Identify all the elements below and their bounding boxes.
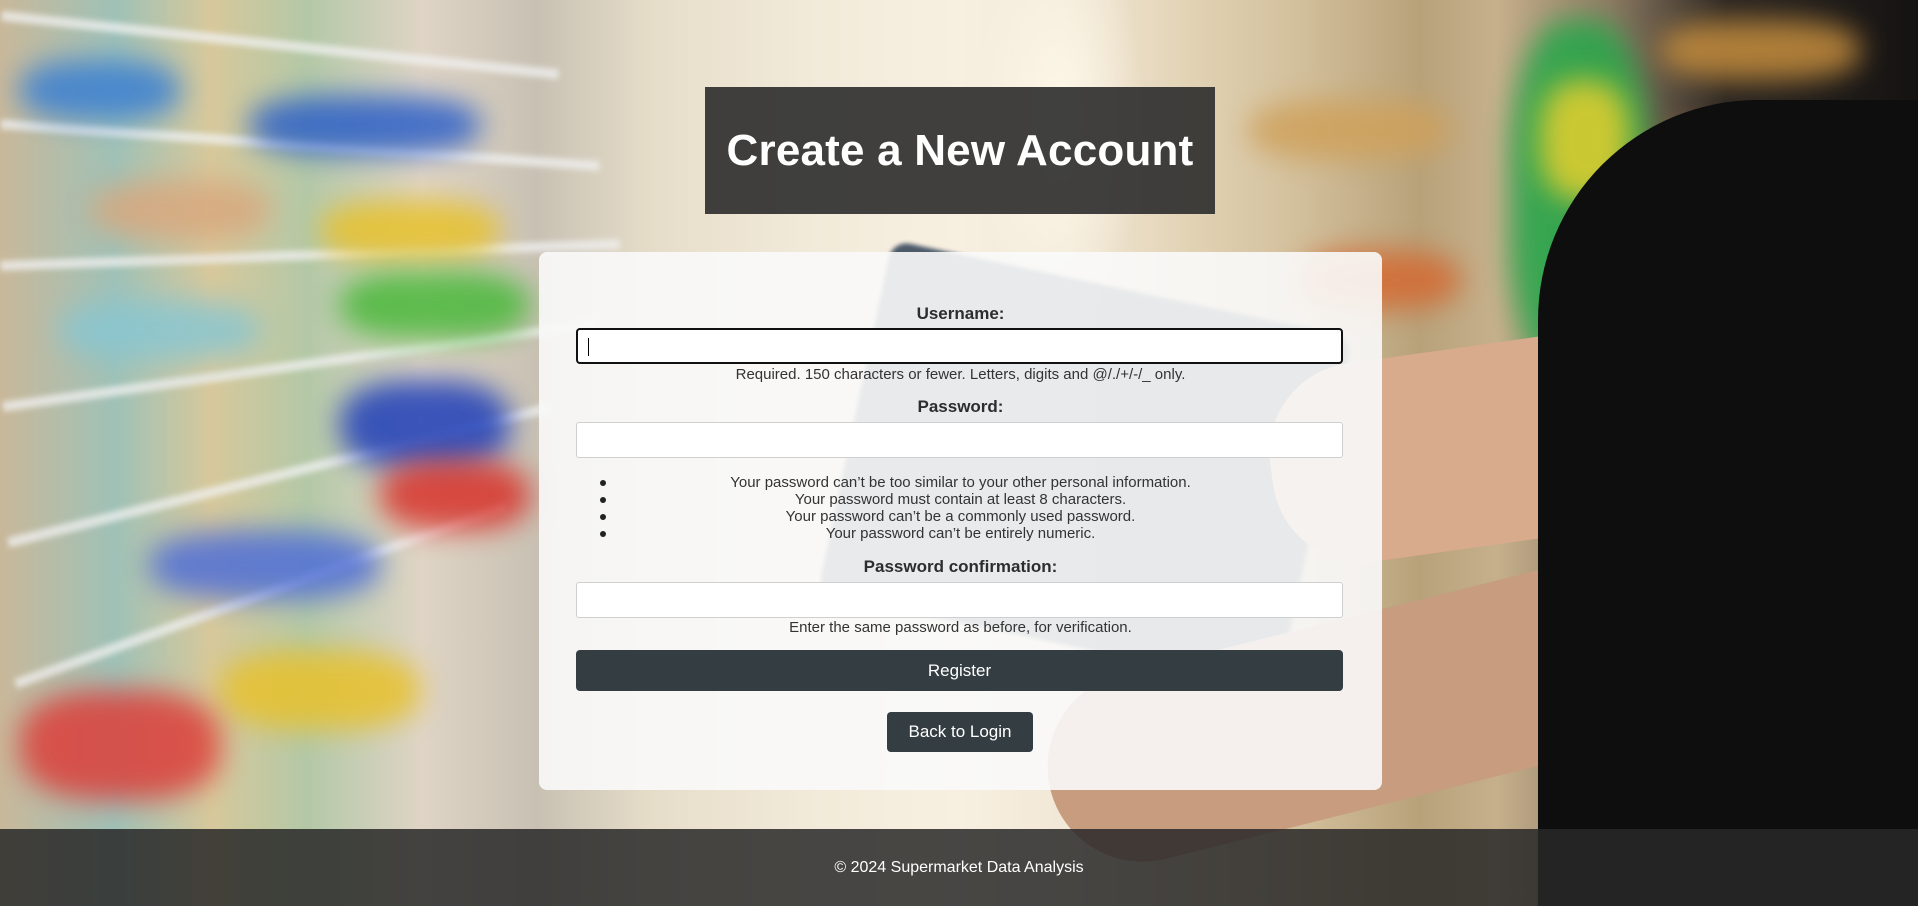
password-rule: Your password can’t be entirely numeric. <box>539 525 1382 542</box>
registration-form: Username: Required. 150 characters or fe… <box>539 252 1382 790</box>
bullet-icon <box>600 514 606 520</box>
text-caret <box>588 338 589 356</box>
username-label: Username: <box>916 304 1005 323</box>
copyright-text: © 2024 Supermarket Data Analysis <box>834 858 1084 876</box>
password-rule: Your password can’t be too similar to yo… <box>539 474 1382 491</box>
password-input[interactable] <box>576 422 1343 458</box>
password-rule: Your password must contain at least 8 ch… <box>539 491 1382 508</box>
page-footer: © 2024 Supermarket Data Analysis <box>0 829 1918 906</box>
password-confirmation-label: Password confirmation: <box>863 557 1058 576</box>
back-to-login-button[interactable]: Back to Login <box>887 712 1033 752</box>
page-title: Create a New Account <box>726 125 1194 175</box>
password-rules-list: Your password can’t be too similar to yo… <box>539 474 1382 542</box>
password-label: Password: <box>917 397 1004 416</box>
register-button[interactable]: Register <box>576 650 1343 691</box>
password-confirmation-input[interactable] <box>576 582 1343 618</box>
password-rule: Your password can’t be a commonly used p… <box>539 508 1382 525</box>
password-confirmation-help-text: Enter the same password as before, for v… <box>789 619 1132 636</box>
username-input[interactable] <box>576 328 1343 364</box>
username-help-text: Required. 150 characters or fewer. Lette… <box>735 366 1186 383</box>
bullet-icon <box>600 480 606 486</box>
bullet-icon <box>600 531 606 537</box>
page-header: Create a New Account <box>705 87 1215 214</box>
bullet-icon <box>600 497 606 503</box>
